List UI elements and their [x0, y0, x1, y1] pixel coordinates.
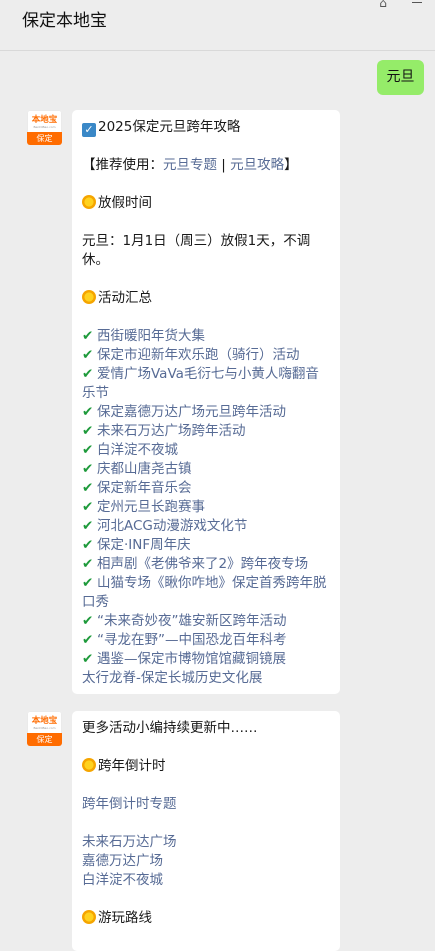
event-link[interactable]: ✔ 定州元旦长跑赛事	[82, 498, 330, 517]
event-link[interactable]: ✔ 山猫专场《瞅你咋地》保定首秀跨年脱口秀	[82, 574, 330, 612]
recommend-line: 【推荐使用：元旦专题 | 元旦攻略】	[82, 157, 298, 173]
check-icon: ✔	[82, 347, 94, 363]
event-link[interactable]: ✔ 保定嘉德万达广场元旦跨年活动	[82, 403, 330, 422]
avatar-logo-sub: BenDiBao.com	[33, 727, 56, 730]
message-title: ✓ 2025保定元旦跨年攻略	[82, 118, 330, 137]
events-heading: 活动汇总	[82, 289, 330, 308]
check-icon: ✔	[82, 613, 94, 629]
avatar-logo-sub: BenDiBao.com	[33, 126, 56, 129]
event-link[interactable]: ✔ 保定新年音乐会	[82, 479, 330, 498]
recommend-link-topic[interactable]: 元旦专题	[163, 157, 217, 173]
check-icon: ✔	[82, 328, 94, 344]
event-link[interactable]: ✔ 西街暖阳年货大集	[82, 327, 330, 346]
avatar[interactable]: 本地宝 BenDiBao.com 保定	[27, 711, 62, 746]
countdown-link[interactable]: 跨年倒计时专题	[82, 795, 330, 814]
holiday-text: 元旦：1月1日（周三）放假1天，不调休。	[82, 233, 311, 268]
event-link[interactable]: ✔ 保定·INF周年庆	[82, 536, 330, 555]
outgoing-message[interactable]: 元旦	[377, 60, 424, 95]
event-link[interactable]: ✔ 未来石万达广场跨年活动	[82, 422, 330, 441]
sun-icon	[82, 910, 96, 924]
more-text: 更多活动小编持续更新中……	[82, 720, 258, 736]
venue-link[interactable]: 未来石万达广场	[82, 833, 330, 852]
event-link[interactable]: ✔ “寻龙在野”—中国恐龙百年科考	[82, 631, 330, 650]
sun-icon	[82, 290, 96, 304]
event-link[interactable]: ✔ 保定市迎新年欢乐跑（骑行）活动	[82, 346, 330, 365]
checkbox-icon: ✓	[82, 123, 96, 137]
check-icon: ✔	[82, 461, 94, 477]
check-icon: ✔	[82, 404, 94, 420]
check-icon: ✔	[82, 499, 94, 515]
check-icon: ✔	[82, 632, 94, 648]
check-icon: ✔	[82, 480, 94, 496]
holiday-heading: 放假时间	[82, 194, 330, 213]
pin-icon[interactable]: ⌂	[376, 0, 390, 10]
event-link-last[interactable]: 太行龙脊-保定长城历史文化展	[82, 669, 330, 688]
event-link[interactable]: ✔ 遇鉴—保定市博物馆馆藏铜镜展	[82, 650, 330, 669]
check-icon: ✔	[82, 423, 94, 439]
event-link[interactable]: ✔ 河北ACG动漫游戏文化节	[82, 517, 330, 536]
event-link[interactable]: ✔ 爱情广场VaVa毛衍七与小黄人嗨翻音乐节	[82, 365, 330, 403]
countdown-heading: 跨年倒计时	[82, 757, 330, 776]
route-heading: 游玩路线	[82, 909, 330, 928]
check-icon: ✔	[82, 575, 94, 591]
sun-icon	[82, 195, 96, 209]
avatar-city: 保定	[27, 733, 62, 746]
avatar[interactable]: 本地宝 BenDiBao.com 保定	[27, 110, 62, 145]
message-bubble-2[interactable]: 更多活动小编持续更新中…… 跨年倒计时 跨年倒计时专题 未来石万达广场 嘉德万达…	[72, 711, 340, 951]
recommend-link-guide[interactable]: 元旦攻略	[230, 157, 284, 173]
event-link[interactable]: ✔ 相声剧《老佛爷来了2》跨年夜专场	[82, 555, 330, 574]
check-icon: ✔	[82, 366, 94, 382]
chat-title: 保定本地宝	[22, 11, 107, 31]
event-link[interactable]: ✔ 庆都山唐尧古镇	[82, 460, 330, 479]
venue-link[interactable]: 嘉德万达广场	[82, 852, 330, 871]
message-bubble-1[interactable]: ✓ 2025保定元旦跨年攻略 【推荐使用：元旦专题 | 元旦攻略】 放假时间 元旦…	[72, 110, 340, 694]
avatar-city: 保定	[27, 132, 62, 145]
check-icon: ✔	[82, 651, 94, 667]
sun-icon	[82, 758, 96, 772]
check-icon: ✔	[82, 518, 94, 534]
minimize-icon[interactable]	[412, 2, 422, 3]
venue-link[interactable]: 白洋淀不夜城	[82, 871, 330, 890]
chat-header: 保定本地宝 ⌂	[0, 0, 435, 51]
event-link[interactable]: ✔ “未来奇妙夜”雄安新区跨年活动	[82, 612, 330, 631]
event-link[interactable]: ✔ 白洋淀不夜城	[82, 441, 330, 460]
check-icon: ✔	[82, 442, 94, 458]
check-icon: ✔	[82, 537, 94, 553]
check-icon: ✔	[82, 556, 94, 572]
events-list: ✔ 西街暖阳年货大集 ✔ 保定市迎新年欢乐跑（骑行）活动 ✔ 爱情广场VaVa毛衍七与小黄…	[82, 327, 330, 669]
